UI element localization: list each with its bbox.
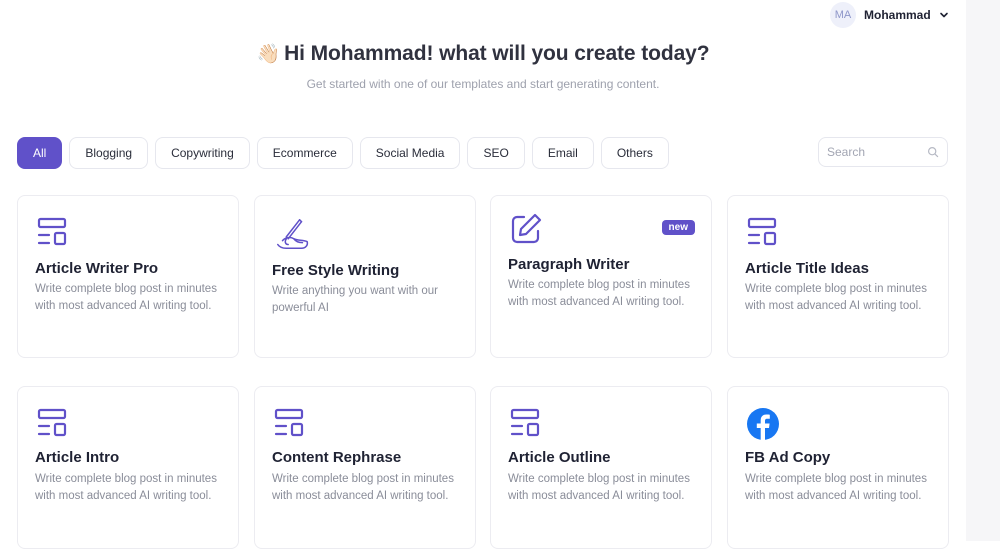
card-description: Write complete blog post in minutes with… — [35, 473, 217, 502]
page-subtitle: Get started with one of our templates an… — [306, 77, 660, 91]
card-title: Article Outline — [508, 449, 611, 466]
filter-others[interactable]: Others — [600, 137, 669, 169]
card-title: Article Writer Pro — [35, 260, 159, 277]
layout-template-icon — [746, 216, 780, 250]
page-title: 👋🏻 Hi Mohammad! what will you create toda… — [0, 42, 966, 66]
filter-ecommerce[interactable]: Ecommerce — [256, 137, 353, 169]
edit-pencil-icon — [509, 212, 543, 246]
template-card-fb-ad-copy[interactable]: FB Ad Copy Write complete blog post in m… — [727, 386, 949, 549]
card-title: Article Intro — [35, 449, 120, 466]
template-card-article-writer-pro[interactable]: Article Writer Pro Write complete blog p… — [17, 195, 239, 358]
card-description: Write anything you want with our powerfu… — [272, 285, 438, 314]
search-input[interactable] — [827, 145, 925, 159]
user-name: Mohammad — [864, 8, 931, 22]
user-menu[interactable]: MA Mohammad — [830, 2, 949, 28]
filter-blogging[interactable]: Blogging — [69, 137, 149, 169]
page-edge-strip — [966, 0, 1000, 541]
filter-email[interactable]: Email — [531, 137, 594, 169]
layout-template-icon — [509, 407, 543, 441]
hand-writing-icon — [273, 216, 309, 250]
new-badge: new — [661, 220, 695, 235]
card-description: Write complete blog post in minutes with… — [745, 283, 927, 312]
card-description: Write complete blog post in minutes with… — [745, 473, 927, 502]
template-card-paragraph-writer[interactable]: new Paragraph Writer Write complete blog… — [490, 195, 712, 358]
filter-copywriting[interactable]: Copywriting — [155, 137, 250, 169]
facebook-icon — [746, 407, 780, 441]
card-title: FB Ad Copy — [745, 449, 831, 466]
card-description: Write complete blog post in minutes with… — [508, 473, 690, 502]
chevron-down-icon — [939, 10, 949, 20]
filter-social-media[interactable]: Social Media — [359, 137, 461, 169]
template-card-content-rephrase[interactable]: Content Rephrase Write complete blog pos… — [254, 386, 476, 549]
filter-seo[interactable]: SEO — [467, 137, 525, 169]
search-box — [818, 137, 948, 167]
card-title: Free Style Writing — [272, 262, 400, 279]
layout-template-icon — [273, 407, 307, 441]
template-card-article-outline[interactable]: Article Outline Write complete blog post… — [490, 386, 712, 549]
category-filter-bar: All Blogging Copywriting Ecommerce Socia… — [17, 137, 669, 169]
search-icon[interactable] — [927, 146, 939, 158]
page-title-text: Hi Mohammad! what will you create today? — [284, 42, 710, 65]
card-description: Write complete blog post in minutes with… — [35, 283, 217, 312]
template-card-free-style-writing[interactable]: Free Style Writing Write anything you wa… — [254, 195, 476, 358]
avatar: MA — [830, 2, 856, 28]
waving-hand-icon: 👋🏻 — [256, 44, 281, 65]
card-title: Article Title Ideas — [745, 260, 869, 277]
filter-all[interactable]: All — [17, 137, 63, 169]
layout-template-icon — [36, 216, 70, 250]
template-card-article-title-ideas[interactable]: Article Title Ideas Write complete blog … — [727, 195, 949, 358]
template-card-article-intro[interactable]: Article Intro Write complete blog post i… — [17, 386, 239, 549]
card-description: Write complete blog post in minutes with… — [272, 473, 454, 502]
card-description: Write complete blog post in minutes with… — [508, 279, 690, 308]
layout-template-icon — [36, 407, 70, 441]
card-title: Paragraph Writer — [508, 256, 630, 273]
card-title: Content Rephrase — [272, 449, 402, 466]
